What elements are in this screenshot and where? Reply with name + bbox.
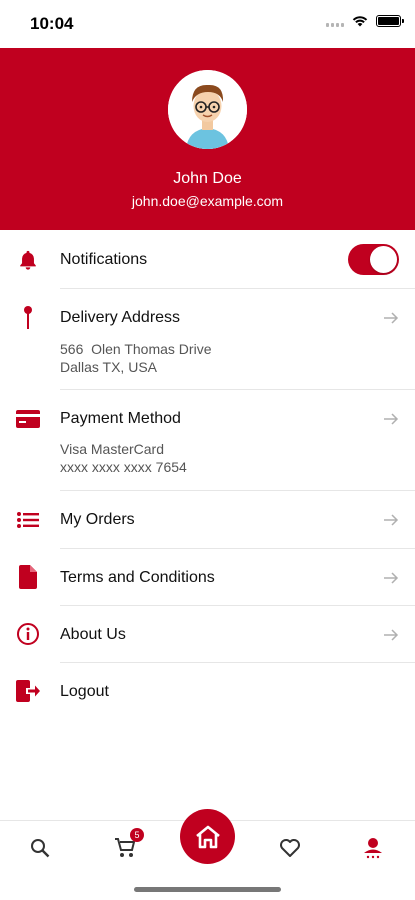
status-time: 10:04 (30, 14, 74, 33)
profile-header: John Doe john.doe@example.com (0, 48, 415, 230)
logout-icon (16, 679, 40, 703)
status-bar: 10:04 (0, 0, 415, 48)
tab-cart[interactable]: 5 (110, 828, 144, 863)
menu-item-label: About Us (60, 626, 126, 643)
menu-item-label: My Orders (60, 511, 135, 528)
menu-item-about-us[interactable]: About Us (17, 606, 415, 663)
menu-item-notifications[interactable]: Notifications (20, 231, 415, 289)
avatar[interactable] (168, 70, 247, 149)
search-icon (31, 839, 50, 858)
menu-item-label: Delivery Address (60, 309, 181, 326)
arrow-right-icon (384, 572, 399, 584)
status-icons (326, 15, 404, 27)
payment-card-number: xxxx xxxx xxxx 7654 (60, 459, 187, 475)
tab-home[interactable] (180, 809, 235, 864)
user-name: John Doe (173, 170, 242, 187)
arrow-right-icon (384, 413, 399, 425)
menu-item-logout[interactable]: Logout (16, 663, 415, 720)
signal-icon (326, 15, 344, 27)
tab-favorites[interactable] (275, 833, 305, 863)
document-icon (16, 565, 40, 589)
heart-icon (280, 839, 300, 857)
tab-profile[interactable] (358, 833, 388, 863)
profile-menu: Notifications Delivery Address 566 Olen … (0, 231, 415, 720)
arrow-right-icon (384, 629, 399, 641)
menu-item-delivery-address[interactable]: Delivery Address 566 Olen Thomas Drive D… (24, 289, 415, 390)
arrow-right-icon (384, 514, 399, 526)
info-icon (16, 622, 40, 646)
cart-badge: 5 (130, 828, 144, 842)
menu-item-label: Logout (60, 683, 109, 700)
notifications-toggle[interactable] (348, 244, 399, 275)
menu-item-payment-method[interactable]: Payment Method Visa MasterCard xxxx xxxx… (16, 390, 415, 491)
payment-cards: Visa MasterCard (60, 441, 165, 457)
pin-icon (16, 306, 40, 330)
menu-item-label: Terms and Conditions (60, 569, 215, 586)
wifi-icon (352, 16, 368, 27)
list-icon (16, 508, 40, 532)
menu-item-terms[interactable]: Terms and Conditions (19, 549, 415, 606)
bell-icon (16, 248, 40, 272)
arrow-right-icon (384, 312, 399, 324)
tab-search[interactable] (25, 833, 55, 863)
home-indicator (134, 887, 281, 892)
user-icon (364, 838, 382, 859)
battery-icon (376, 15, 404, 27)
menu-item-label: Notifications (60, 251, 148, 268)
address-line-2: Dallas TX, USA (60, 359, 157, 375)
home-icon (195, 825, 220, 848)
menu-item-label: Payment Method (60, 410, 181, 427)
address-line-1: 566 Olen Thomas Drive (60, 341, 212, 357)
user-email: john.doe@example.com (131, 193, 284, 209)
menu-item-my-orders[interactable]: My Orders (17, 491, 415, 549)
credit-card-icon (16, 407, 40, 431)
